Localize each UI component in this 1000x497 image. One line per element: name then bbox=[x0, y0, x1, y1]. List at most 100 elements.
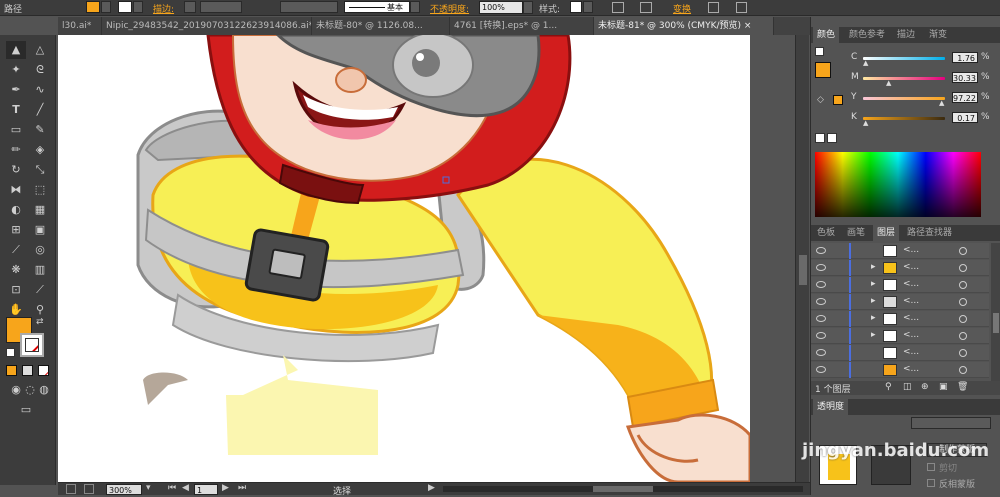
delete-layer-icon[interactable]: 🗑 bbox=[957, 382, 968, 392]
type-tool-icon[interactable]: T bbox=[6, 101, 26, 119]
eye-icon[interactable] bbox=[816, 315, 826, 322]
eye-icon[interactable] bbox=[816, 332, 826, 339]
layer-row[interactable]: ▸ <... bbox=[811, 328, 989, 344]
layer-name[interactable]: <... bbox=[903, 245, 919, 255]
pencil-tool-icon[interactable]: ✏ bbox=[6, 141, 26, 159]
isolate-icon[interactable] bbox=[708, 2, 719, 13]
invert-mask-checkbox[interactable] bbox=[927, 479, 935, 487]
channel-c-thumb-icon[interactable]: ▲ bbox=[863, 59, 868, 67]
free-transform-tool-icon[interactable]: ⬚ bbox=[30, 181, 50, 199]
eraser-tool-icon[interactable]: ◈ bbox=[30, 141, 50, 159]
eye-icon[interactable] bbox=[816, 281, 826, 288]
channel-k-thumb-icon[interactable]: ▲ bbox=[863, 119, 868, 127]
none-mode-icon[interactable] bbox=[38, 365, 49, 376]
align-icon[interactable] bbox=[640, 2, 652, 13]
curvature-tool-icon[interactable]: ∿ bbox=[30, 81, 50, 99]
target-icon[interactable] bbox=[959, 247, 967, 255]
magic-wand-tool-icon[interactable]: ✦ bbox=[6, 61, 26, 79]
rotate-tool-icon[interactable]: ↻ bbox=[6, 161, 26, 179]
layer-row[interactable]: <... bbox=[811, 362, 989, 378]
artboard-tool-icon[interactable]: ⊡ bbox=[6, 281, 26, 299]
transform-link[interactable]: 变换 bbox=[673, 2, 691, 15]
artboard-number-field[interactable]: 1 bbox=[194, 484, 218, 495]
draw-inside-icon[interactable]: ◍ bbox=[34, 381, 54, 399]
target-icon[interactable] bbox=[959, 264, 967, 272]
tab-layers[interactable]: 图层 bbox=[873, 225, 900, 241]
new-sublayer-icon[interactable]: ⊕ bbox=[921, 382, 929, 392]
rectangle-tool-icon[interactable]: ▭ bbox=[6, 121, 26, 139]
zoom-field[interactable]: 300% bbox=[106, 484, 142, 495]
artboard-nav-icon[interactable] bbox=[84, 484, 94, 494]
swap-fill-stroke-icon[interactable]: ⇄ bbox=[36, 317, 44, 327]
eye-icon[interactable] bbox=[816, 366, 826, 373]
layer-name[interactable]: <... bbox=[903, 313, 919, 323]
expand-arrow-icon[interactable]: ▸ bbox=[871, 296, 876, 306]
color-mode-icon[interactable] bbox=[6, 365, 17, 376]
stroke-dropdown[interactable] bbox=[133, 1, 143, 13]
blend-tool-icon[interactable]: ◎ bbox=[30, 241, 50, 259]
scale-tool-icon[interactable]: ⤡ bbox=[30, 161, 50, 179]
layer-name[interactable]: <... bbox=[903, 296, 919, 306]
layer-name[interactable]: <... bbox=[903, 330, 919, 340]
selection-tool-icon[interactable]: ▲ bbox=[6, 41, 26, 59]
channel-m-slider[interactable] bbox=[863, 77, 945, 80]
layer-name[interactable]: <... bbox=[903, 347, 919, 357]
expand-arrow-icon[interactable]: ▸ bbox=[871, 279, 876, 289]
stroke-weight-field[interactable] bbox=[200, 1, 242, 13]
tab-doc-3[interactable]: 未标题-80* @ 1126.08... bbox=[312, 17, 450, 35]
new-layer-icon[interactable]: ▣ bbox=[939, 382, 948, 392]
channel-k-slider[interactable] bbox=[863, 117, 945, 120]
tab-stroke[interactable]: 描边 bbox=[893, 27, 919, 43]
layer-row[interactable]: ▸ <... bbox=[811, 277, 989, 293]
tab-transparency[interactable]: 透明度 bbox=[813, 399, 849, 415]
default-colors-icon[interactable] bbox=[6, 348, 15, 357]
tab-doc-1[interactable]: l30.ai* bbox=[58, 17, 102, 35]
paintbrush-tool-icon[interactable]: ✎ bbox=[30, 121, 50, 139]
layer-row[interactable]: ▸ <... bbox=[811, 294, 989, 310]
column-graph-tool-icon[interactable]: ▥ bbox=[30, 261, 50, 279]
opacity-input[interactable]: 100% bbox=[479, 1, 523, 14]
expand-arrow-icon[interactable]: ▸ bbox=[871, 330, 876, 340]
width-tool-icon[interactable]: ⧓ bbox=[6, 181, 26, 199]
prev-artboard-icon[interactable]: ◀ bbox=[182, 483, 189, 493]
eye-icon[interactable] bbox=[816, 349, 826, 356]
opacity-label[interactable]: 不透明度: bbox=[430, 2, 469, 15]
next-artboard-icon[interactable]: ▶ bbox=[222, 483, 229, 493]
horizontal-scrollbar-thumb[interactable] bbox=[593, 486, 653, 492]
tab-gradient[interactable]: 渐变 bbox=[925, 27, 951, 43]
layers-scrollbar[interactable] bbox=[991, 243, 1000, 381]
tab-color[interactable]: 颜色 bbox=[813, 27, 840, 43]
stroke-color-box[interactable] bbox=[20, 333, 44, 357]
eyedropper-tool-icon[interactable]: ⟋ bbox=[6, 241, 26, 259]
layer-name[interactable]: <... bbox=[903, 262, 919, 272]
transparency-opacity-field[interactable] bbox=[911, 417, 991, 429]
tab-swatches[interactable]: 色板 bbox=[813, 225, 839, 241]
brush-dropdown[interactable] bbox=[410, 1, 420, 13]
eye-icon[interactable] bbox=[816, 264, 826, 271]
white-swatch[interactable] bbox=[827, 133, 837, 143]
channel-c-slider[interactable] bbox=[863, 57, 945, 60]
symbol-sprayer-tool-icon[interactable]: ❋ bbox=[6, 261, 26, 279]
panel-menu-icon[interactable] bbox=[736, 2, 747, 13]
stroke-swatch[interactable] bbox=[118, 1, 132, 13]
last-artboard-icon[interactable]: ⏭ bbox=[238, 483, 246, 493]
style-swatch[interactable] bbox=[570, 1, 582, 13]
status-arrow-icon[interactable]: ▶ bbox=[428, 483, 435, 493]
out-of-gamut-swatch[interactable] bbox=[833, 95, 843, 105]
vertical-scrollbar[interactable] bbox=[795, 35, 809, 482]
cube-warning-icon[interactable]: ◇ bbox=[817, 95, 824, 105]
clip-checkbox[interactable] bbox=[927, 463, 935, 471]
layer-row[interactable]: <... bbox=[811, 345, 989, 361]
style-dropdown[interactable] bbox=[583, 1, 593, 13]
artboard-canvas[interactable] bbox=[58, 35, 750, 482]
status-icon[interactable] bbox=[66, 484, 76, 494]
locate-object-icon[interactable]: ⚲ bbox=[885, 382, 892, 392]
tab-doc-5-active[interactable]: 未标题-81* @ 300% (CMYK/预览) × bbox=[594, 17, 774, 35]
channel-y-input[interactable]: 97.22 bbox=[952, 92, 978, 103]
make-mask-button[interactable]: 制作蒙版 bbox=[927, 443, 987, 457]
line-tool-icon[interactable]: ╱ bbox=[30, 101, 50, 119]
tab-doc-4[interactable]: 4761 [转换].eps* @ 1... bbox=[450, 17, 594, 35]
screen-mode-icon[interactable]: ▭ bbox=[16, 401, 36, 419]
panel-fill-swatch[interactable] bbox=[815, 62, 831, 78]
recolor-icon[interactable] bbox=[612, 2, 624, 13]
